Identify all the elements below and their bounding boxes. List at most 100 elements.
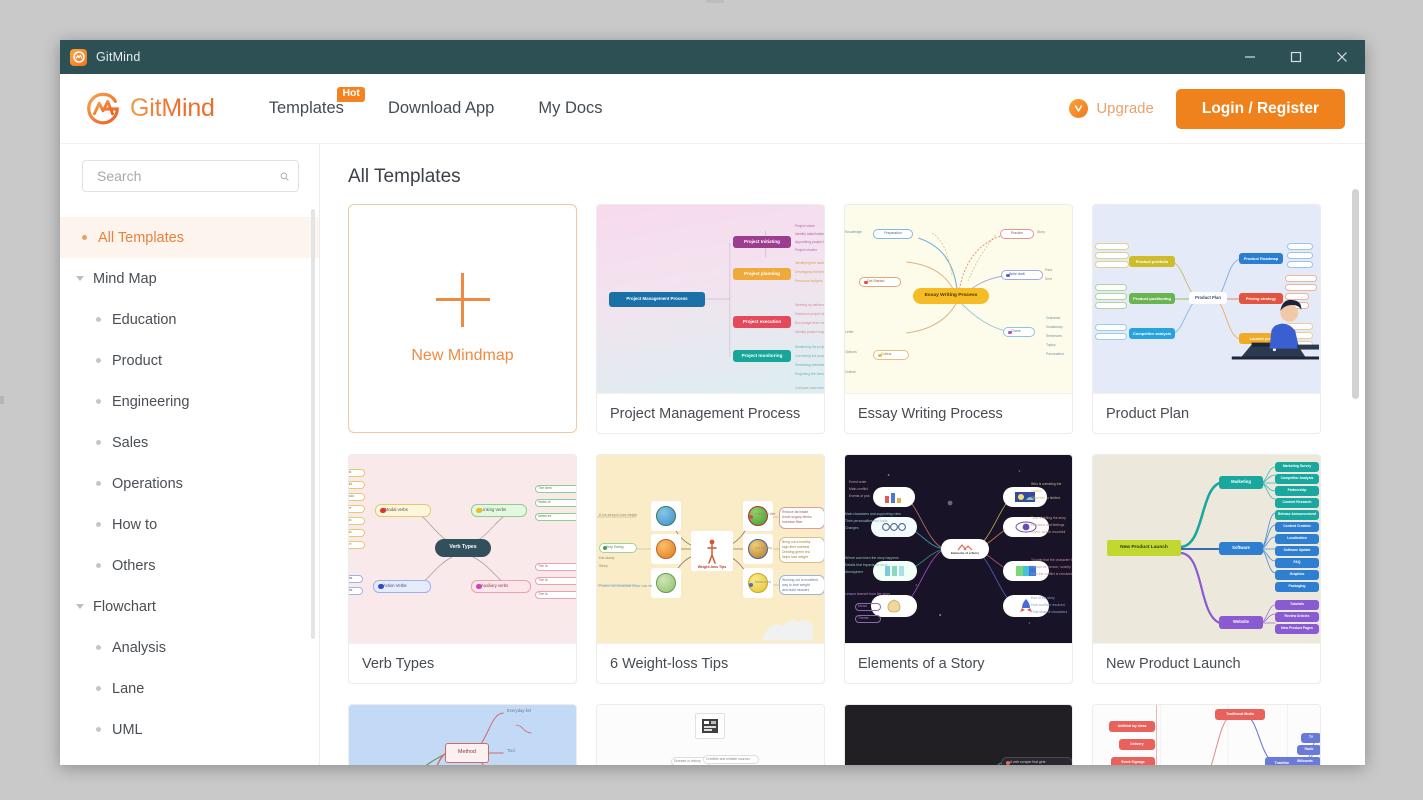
window-title-bar: GitMind bbox=[60, 40, 1365, 74]
upgrade-button[interactable]: Upgrade bbox=[1069, 99, 1154, 118]
template-card[interactable]: Elements of a Story Event order Main con… bbox=[844, 454, 1073, 684]
template-card-title: Essay Writing Process bbox=[845, 393, 1072, 433]
nav-item-download-app[interactable]: Download App bbox=[366, 99, 516, 118]
chevron-down-icon bbox=[76, 604, 84, 609]
nav-item-templates[interactable]: Templates Hot bbox=[247, 87, 366, 118]
nav-right-actions: Upgrade Login / Register bbox=[1069, 88, 1345, 129]
sidebar-group-mind-map[interactable]: Mind Map bbox=[60, 258, 319, 299]
mindmap-branch-node: Practice bbox=[1000, 229, 1034, 239]
sidebar-item-label: Engineering bbox=[112, 393, 190, 410]
template-card-title: Product Plan bbox=[1093, 393, 1320, 433]
mindmap-leaf-node: Software Update bbox=[1275, 546, 1319, 556]
sidebar-item-label: UML bbox=[112, 721, 143, 738]
bullet-icon bbox=[96, 317, 101, 322]
sidebar-item-operations[interactable]: Operations bbox=[60, 463, 319, 504]
maximize-icon[interactable] bbox=[1273, 40, 1319, 74]
sidebar-item-how-to[interactable]: How to bbox=[60, 504, 319, 545]
mindmap-leaf-node: Release Announcement bbox=[1275, 510, 1319, 520]
mindmap-branch-node: Preparation bbox=[873, 229, 913, 239]
template-thumbnail: Entertainment A web scraper that gets An… bbox=[845, 705, 1072, 765]
template-card-title: Verb Types bbox=[349, 643, 576, 683]
mindmap-branch-node: Marketing bbox=[1219, 476, 1263, 489]
sidebar-item-others[interactable]: Others bbox=[60, 545, 319, 586]
mindmap-leaf-node: Localization bbox=[1275, 534, 1319, 544]
mindmap-branch-node: Website bbox=[1219, 616, 1263, 629]
top-navigation-bar: GitMind Templates Hot Download App My Do… bbox=[60, 74, 1365, 144]
bullet-icon bbox=[96, 645, 101, 650]
template-card[interactable]: Artificial lay ideas Delivery Event Sign… bbox=[1092, 704, 1321, 765]
bullet-icon bbox=[96, 563, 101, 568]
template-card[interactable]: New Product Launch Marketing Software We… bbox=[1092, 454, 1321, 684]
window-controls bbox=[1227, 40, 1365, 74]
sidebar-item-label: Analysis bbox=[112, 639, 166, 656]
mindmap-leaf-node: Packaging bbox=[1275, 582, 1319, 592]
template-thumbnail: New Product Launch Marketing Software We… bbox=[1093, 455, 1320, 643]
mindmap-branch-node: Project execution bbox=[733, 316, 791, 328]
sidebar-item-education[interactable]: Education bbox=[60, 299, 319, 340]
templates-scrollbar[interactable] bbox=[1352, 189, 1359, 399]
sidebar-item-label: Product bbox=[112, 352, 162, 369]
template-card[interactable]: Weight-loss Tips 8 hrs sleep to lose wei… bbox=[596, 454, 825, 684]
sidebar-item-label: Sales bbox=[112, 434, 149, 451]
bullet-icon bbox=[96, 440, 101, 445]
sidebar-item-lane[interactable]: Lane bbox=[60, 668, 319, 709]
template-thumbnail: Essay Writing Process Preparation Get St… bbox=[845, 205, 1072, 393]
gitmind-app-window: GitMind GitMind Templates Hot Download A… bbox=[60, 40, 1365, 765]
sidebar-scrollbar[interactable] bbox=[311, 209, 315, 639]
upgrade-badge-icon bbox=[1069, 99, 1089, 118]
desktop-top-marker bbox=[706, 0, 724, 3]
upgrade-label: Upgrade bbox=[1096, 100, 1154, 117]
mindmap-root-node: Elements of a Story bbox=[941, 539, 989, 559]
sidebar-item-product[interactable]: Product bbox=[60, 340, 319, 381]
search-box[interactable] bbox=[82, 160, 299, 192]
sidebar-item-sales[interactable]: Sales bbox=[60, 422, 319, 463]
search-icon bbox=[280, 172, 289, 181]
template-card[interactable]: Entertainment A web scraper that gets An… bbox=[844, 704, 1073, 765]
new-mindmap-card[interactable]: New Mindmap bbox=[348, 204, 577, 433]
mindmap-leaf-node: Content Research bbox=[1275, 498, 1319, 508]
template-card[interactable]: Product Plan Product portfolio Product p… bbox=[1092, 204, 1321, 434]
mindmap-branch-node: Project monitoring bbox=[733, 350, 791, 362]
sidebar-item-uml[interactable]: UML bbox=[60, 709, 319, 750]
template-card[interactable]: Symptom Causes Disease Condition Medical… bbox=[596, 704, 825, 765]
template-thumbnail: Weight-loss Tips 8 hrs sleep to lose wei… bbox=[597, 455, 824, 643]
template-card[interactable]: Project Management Process Project Initi… bbox=[596, 204, 825, 434]
template-thumbnail: Artificial lay ideas Delivery Event Sign… bbox=[1093, 705, 1320, 765]
nav-item-my-docs[interactable]: My Docs bbox=[516, 99, 624, 118]
bullet-icon bbox=[96, 358, 101, 363]
bullet-icon bbox=[96, 399, 101, 404]
login-register-button[interactable]: Login / Register bbox=[1175, 88, 1345, 129]
close-icon[interactable] bbox=[1319, 40, 1365, 74]
sidebar-item-analysis[interactable]: Analysis bbox=[60, 627, 319, 668]
template-thumbnail: Product Plan Product portfolio Product p… bbox=[1093, 205, 1320, 393]
sidebar-item-label: Flowchart bbox=[93, 598, 156, 615]
search-input[interactable] bbox=[95, 167, 280, 185]
sidebar-item-label: Others bbox=[112, 557, 156, 574]
template-card[interactable]: Essay Writing Process Preparation Get St… bbox=[844, 204, 1073, 434]
plus-icon bbox=[435, 272, 490, 327]
mindmap-root-node: Project Management Process bbox=[609, 292, 705, 307]
sidebar-item-all-templates[interactable]: All Templates bbox=[60, 217, 319, 258]
sidebar-group-flowchart[interactable]: Flowchart bbox=[60, 586, 319, 627]
mindmap-branch-node: Project Initiating bbox=[733, 236, 791, 248]
template-card[interactable]: Verb Types Modal verbs Linking Verbs Act… bbox=[348, 454, 577, 684]
brand-logo[interactable]: GitMind bbox=[84, 90, 215, 128]
mindmap-leaf-node: FAQ bbox=[1275, 558, 1319, 568]
sidebar-item-label: Education bbox=[112, 311, 177, 328]
template-thumbnail: Verb Types Modal verbs Linking Verbs Act… bbox=[349, 455, 576, 643]
bullet-icon bbox=[82, 235, 87, 240]
template-card-title: New Product Launch bbox=[1093, 643, 1320, 683]
sidebar-item-engineering[interactable]: Engineering bbox=[60, 381, 319, 422]
minimize-icon[interactable] bbox=[1227, 40, 1273, 74]
template-thumbnail: Elements of a Story Event order Main con… bbox=[845, 455, 1072, 643]
sidebar-item-label: How to bbox=[112, 516, 158, 533]
template-card[interactable]: Team Method Everyday list Tool Task acti… bbox=[348, 704, 577, 765]
mindmap-root-node: Verb Types bbox=[435, 539, 491, 557]
mindmap-leaf-node: Review Articles bbox=[1275, 612, 1319, 622]
sidebar-tree: All Templates Mind Map Education Product… bbox=[60, 217, 319, 750]
nav-links: Templates Hot Download App My Docs bbox=[247, 87, 625, 118]
gitmind-app-icon bbox=[70, 48, 87, 66]
mindmap-leaf-node: Graphics bbox=[1275, 570, 1319, 580]
hot-badge: Hot bbox=[337, 87, 365, 102]
sidebar: All Templates Mind Map Education Product… bbox=[60, 144, 320, 765]
